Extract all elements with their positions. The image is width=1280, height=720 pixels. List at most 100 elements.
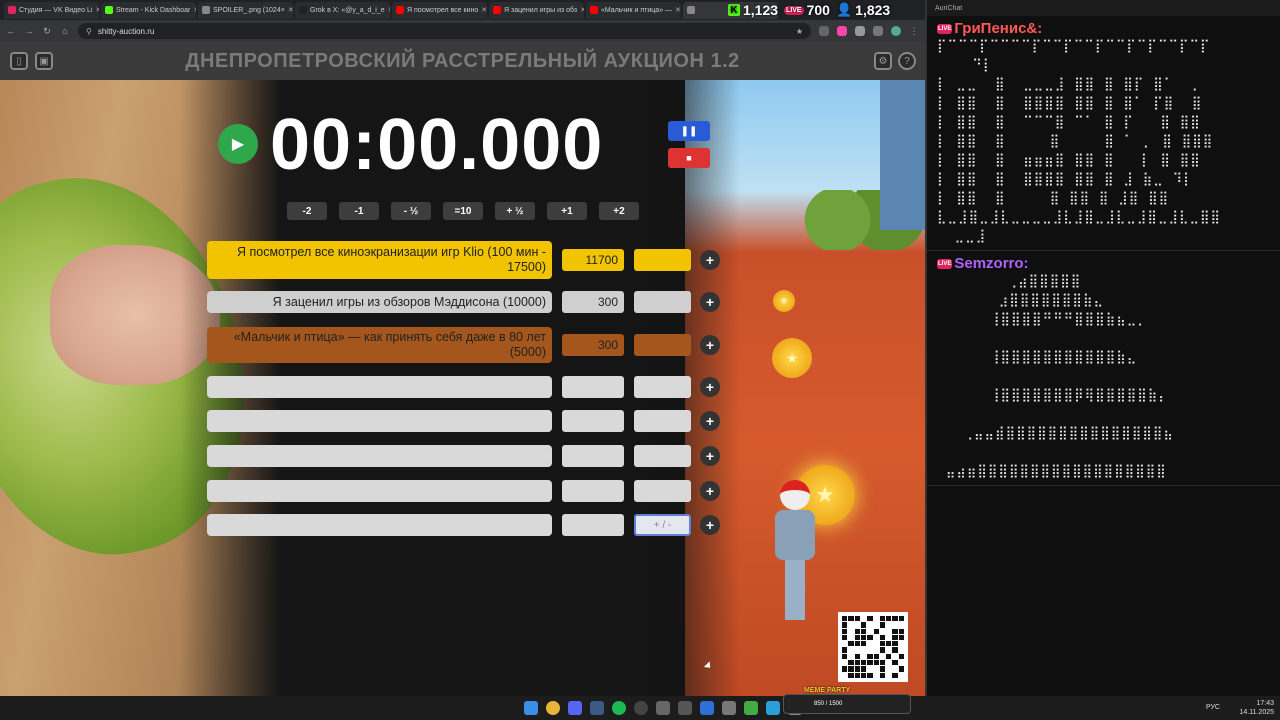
extension-icon[interactable]: [837, 26, 847, 36]
bookmark-star-icon[interactable]: ★: [796, 27, 803, 36]
lot-add-button[interactable]: +: [700, 411, 720, 431]
app-icon[interactable]: [722, 701, 736, 715]
play-button[interactable]: ▶: [218, 124, 258, 164]
pause-button[interactable]: ❚❚: [668, 121, 710, 141]
windows-start-icon[interactable]: [524, 701, 538, 715]
lot-add-button[interactable]: +: [700, 292, 720, 312]
lot-add-amount-input[interactable]: + / -: [634, 514, 691, 536]
live-badge-icon: LIVE: [937, 23, 953, 34]
home-icon[interactable]: ⌂: [60, 26, 70, 36]
lot-amount-field[interactable]: [562, 376, 624, 398]
app-icon[interactable]: [700, 701, 714, 715]
app-icon[interactable]: [678, 701, 692, 715]
tab-close-icon[interactable]: ✕: [675, 6, 681, 14]
lot-add-button[interactable]: +: [700, 446, 720, 466]
app-icon[interactable]: [656, 701, 670, 715]
lot-amount-field[interactable]: 11700: [562, 249, 624, 271]
lot-amount-field[interactable]: [562, 480, 624, 502]
help-icon[interactable]: ?: [898, 52, 916, 70]
clock[interactable]: 17:43 14.11.2025: [1239, 699, 1274, 717]
obs-icon[interactable]: [634, 701, 648, 715]
browser-menu-icon[interactable]: ⋮: [909, 26, 919, 37]
timer-adjust-button[interactable]: -1: [339, 202, 379, 220]
browser-tab[interactable]: SPOILER_.png (1024× ✕: [198, 1, 293, 19]
lot-name-field[interactable]: «Мальчик и птица» — как принять себя даж…: [207, 327, 552, 363]
app-icon[interactable]: [744, 701, 758, 715]
browser-tab[interactable]: Я посмотрел все кино ✕: [392, 1, 487, 19]
lot-row: «Мальчик и птица» — как принять себя даж…: [207, 327, 720, 363]
timer-adjust-button[interactable]: -2: [287, 202, 327, 220]
browser-tab[interactable]: Я заценил игры из обз ✕: [489, 1, 584, 19]
extension-icon[interactable]: [819, 26, 829, 36]
lot-name-field[interactable]: Я посмотрел все киноэкранизации игр Klio…: [207, 241, 552, 279]
site-info-icon[interactable]: ⚲: [86, 27, 92, 36]
tab-close-icon[interactable]: ✕: [288, 6, 293, 14]
lot-add-amount-input[interactable]: [634, 249, 691, 271]
lot-name-field[interactable]: [207, 480, 552, 502]
lot-add-button[interactable]: +: [700, 250, 720, 270]
lot-add-amount-input[interactable]: [634, 291, 691, 313]
lot-add-amount-input[interactable]: [634, 334, 691, 356]
browser-tab[interactable]: Grok в X: «@y_a_d_i_e✕: [295, 1, 390, 19]
tab-favicon-icon: [299, 6, 307, 14]
taskbar: РУС 17:43 14.11.2025: [0, 696, 1280, 720]
lot-amount-field[interactable]: 300: [562, 334, 624, 356]
lot-name-field[interactable]: [207, 376, 552, 398]
auction-stage: ★ ★ ★ ▶ 00:00.000 ❚❚ ■ -2 -1- ½ =10 + ½ +1 +2…: [0, 80, 925, 696]
lot-amount-field[interactable]: [562, 445, 624, 467]
lot-row: +: [207, 410, 720, 432]
chat-username[interactable]: ГриПенис&:: [954, 20, 1042, 37]
lot-name-field[interactable]: [207, 410, 552, 432]
language-indicator[interactable]: РУС: [1206, 704, 1220, 711]
browser-tab[interactable]: Stream - Kick Dashboar✕: [101, 1, 196, 19]
lot-amount-field[interactable]: [562, 410, 624, 432]
lot-add-button[interactable]: +: [700, 377, 720, 397]
browser-tab[interactable]: Студия — VK Видео Li ✕: [4, 1, 99, 19]
sidebar-toggle-icon[interactable]: ▯: [10, 52, 28, 70]
total-viewer-count: 👤 1,823: [835, 2, 891, 18]
url-field[interactable]: ⚲ shitty-auction.ru ★: [78, 23, 811, 39]
tab-close-icon[interactable]: ✕: [95, 6, 99, 14]
discord-icon[interactable]: [568, 701, 582, 715]
chrome-icon[interactable]: [546, 701, 560, 715]
lot-amount-field[interactable]: [562, 514, 624, 536]
lot-add-button[interactable]: +: [700, 515, 720, 535]
lot-name-field[interactable]: [207, 514, 552, 536]
timer-adjust-button[interactable]: + ½: [495, 202, 535, 220]
lot-add-amount-input[interactable]: [634, 376, 691, 398]
lot-add-amount-input[interactable]: [634, 480, 691, 502]
lot-add-button[interactable]: +: [700, 335, 720, 355]
download-icon[interactable]: [873, 26, 883, 36]
lot-amount-field[interactable]: 300: [562, 291, 624, 313]
timer-adjust-button[interactable]: +2: [599, 202, 639, 220]
telegram-icon[interactable]: [766, 701, 780, 715]
stop-button[interactable]: ■: [668, 148, 710, 168]
lot-add-amount-input[interactable]: [634, 445, 691, 467]
tab-close-icon[interactable]: ✕: [580, 6, 584, 14]
profile-icon[interactable]: [891, 26, 901, 36]
forward-icon[interactable]: →: [24, 26, 34, 36]
chat-window-title: AuriChat: [927, 0, 1280, 16]
tab-close-icon[interactable]: ✕: [193, 6, 196, 14]
tab-favicon-icon: [590, 6, 598, 14]
timer-adjust-button[interactable]: +1: [547, 202, 587, 220]
save-icon[interactable]: ▣: [35, 52, 53, 70]
steam-icon[interactable]: [590, 701, 604, 715]
chat-username[interactable]: Semzorro:: [954, 255, 1028, 272]
tab-close-icon[interactable]: ✕: [388, 6, 390, 14]
lot-add-button[interactable]: +: [700, 481, 720, 501]
reload-icon[interactable]: ↻: [42, 26, 52, 37]
spotify-icon[interactable]: [612, 701, 626, 715]
extension-icon[interactable]: [855, 26, 865, 36]
settings-gear-icon[interactable]: ⚙: [874, 52, 892, 70]
lot-add-amount-input[interactable]: [634, 410, 691, 432]
live-badge-icon: LIVE: [937, 258, 953, 269]
lot-row: +: [207, 376, 720, 398]
lot-name-field[interactable]: [207, 445, 552, 467]
lot-name-field[interactable]: Я заценил игры из обзоров Мэддисона (100…: [207, 291, 552, 313]
browser-tab[interactable]: «Мальчик и птица» — ✕: [586, 1, 681, 19]
back-icon[interactable]: ←: [6, 26, 16, 36]
tab-close-icon[interactable]: ✕: [481, 6, 487, 14]
timer-adjust-button[interactable]: - ½: [391, 202, 431, 220]
timer-adjust-button[interactable]: =10: [443, 202, 483, 220]
